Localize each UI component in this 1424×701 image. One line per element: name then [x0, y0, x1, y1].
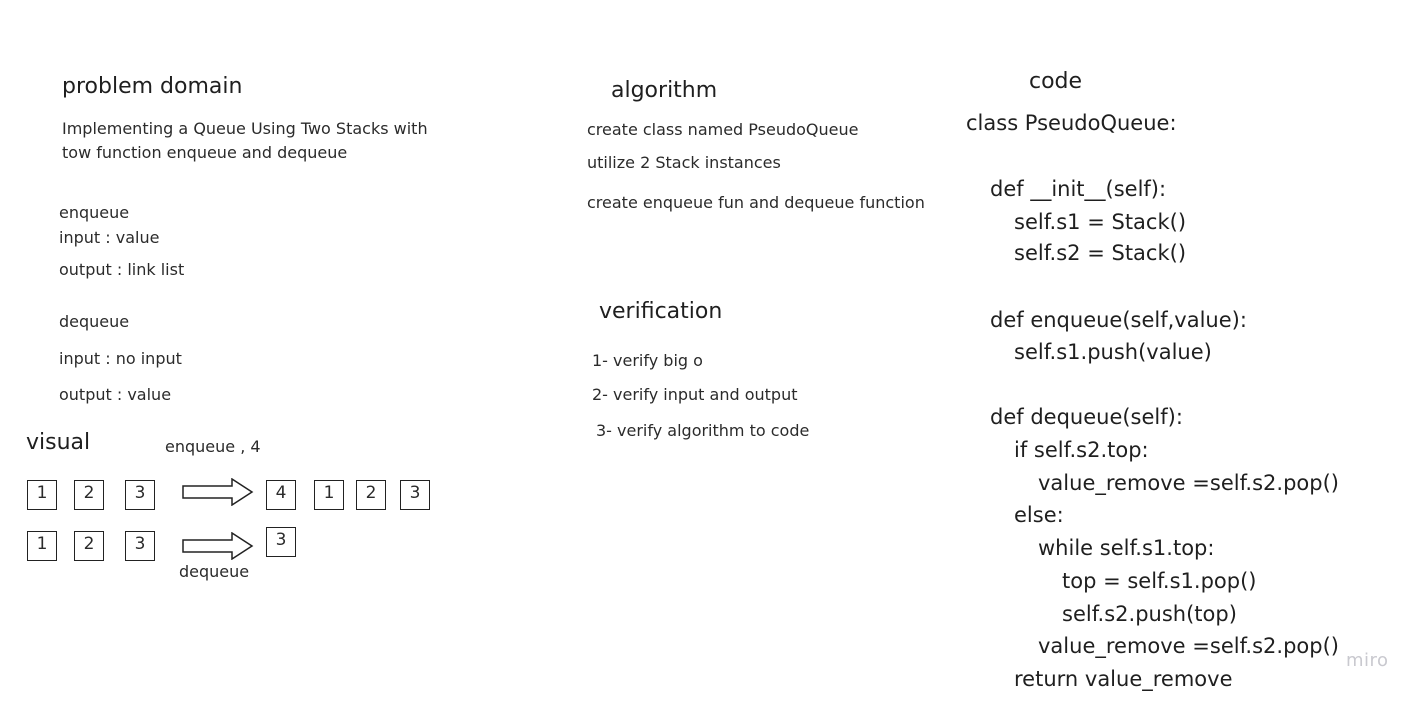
dequeue-output: output : value — [59, 385, 172, 404]
problem-domain-title: problem domain — [62, 74, 243, 99]
row2-right-box-1: 3 — [266, 527, 296, 557]
verification-title: verification — [599, 299, 723, 324]
algorithm-title: algorithm — [611, 78, 718, 103]
row2-left-box-3: 3 — [125, 531, 155, 561]
verification-item-3: 3- verify algorithm to code — [596, 421, 810, 440]
dequeue-caption: dequeue — [179, 562, 250, 581]
algorithm-step-1: create class named PseudoQueue — [587, 120, 859, 139]
code-line-7: def enqueue(self,value): — [990, 308, 1247, 332]
code-line-10: def dequeue(self): — [990, 405, 1183, 429]
row1-left-box-3: 3 — [125, 480, 155, 510]
dequeue-label: dequeue — [59, 312, 130, 331]
enqueue-caption: enqueue , 4 — [165, 437, 261, 456]
row2-left-box-2: 2 — [74, 531, 104, 561]
row1-left-box-2: 2 — [74, 480, 104, 510]
code-line-3: def __init__(self): — [990, 177, 1167, 201]
code-line-5: self.s2 = Stack() — [1014, 241, 1187, 265]
row1-right-box-4: 3 — [400, 480, 430, 510]
dequeue-input: input : no input — [59, 349, 182, 368]
row2-left-box-1: 1 — [27, 531, 57, 561]
code-line-12: value_remove =self.s2.pop() — [1038, 471, 1339, 495]
code-line-13: else: — [1014, 503, 1064, 527]
enqueue-label: enqueue — [59, 203, 130, 222]
code-line-11: if self.s2.top: — [1014, 438, 1149, 462]
code-line-8: self.s1.push(value) — [1014, 340, 1212, 364]
enqueue-input: input : value — [59, 228, 160, 247]
code-line-1: class PseudoQueue: — [966, 111, 1177, 135]
verification-item-2: 2- verify input and output — [592, 385, 798, 404]
problem-description-line-2: tow function enqueue and dequeue — [62, 143, 348, 162]
row1-right-box-3: 2 — [356, 480, 386, 510]
code-title: code — [1029, 69, 1083, 94]
code-line-18: return value_remove — [1014, 667, 1233, 691]
verification-item-1: 1- verify big o — [592, 351, 703, 370]
code-line-17: value_remove =self.s2.pop() — [1038, 634, 1339, 658]
row1-right-box-1: 4 — [266, 480, 296, 510]
code-line-16: self.s2.push(top) — [1062, 602, 1237, 626]
code-line-14: while self.s1.top: — [1038, 536, 1215, 560]
row1-left-box-1: 1 — [27, 480, 57, 510]
visual-title: visual — [26, 430, 91, 455]
algorithm-step-3: create enqueue fun and dequeue function — [587, 193, 925, 212]
code-line-4: self.s1 = Stack() — [1014, 210, 1187, 234]
enqueue-arrow-icon — [182, 478, 254, 506]
code-line-15: top = self.s1.pop() — [1062, 569, 1257, 593]
problem-description-line-1: Implementing a Queue Using Two Stacks wi… — [62, 119, 428, 138]
miro-watermark: miro — [1346, 650, 1389, 671]
enqueue-output: output : link list — [59, 260, 185, 279]
algorithm-step-2: utilize 2 Stack instances — [587, 153, 781, 172]
dequeue-arrow-icon — [182, 532, 254, 560]
row1-right-box-2: 1 — [314, 480, 344, 510]
